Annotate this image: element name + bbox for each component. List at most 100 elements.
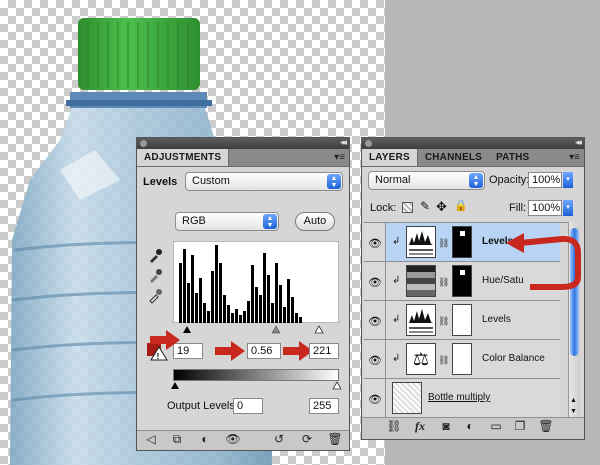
visibility-cell[interactable]: 👁 <box>364 262 386 300</box>
collapse-icon[interactable]: ◂◂ <box>575 137 582 148</box>
new-group-icon[interactable]: ▭ <box>488 418 504 434</box>
new-adjustment-icon[interactable]: ◐ <box>462 418 478 434</box>
gray-point-dropper-icon[interactable] <box>147 268 163 284</box>
new-layer-icon[interactable]: ❐ <box>512 418 528 434</box>
layers-tabbar: LAYERS CHANNELS PATHS ▾≡ <box>362 149 584 167</box>
lock-position-icon[interactable]: ✥ <box>436 199 447 215</box>
layer-name: Bottle multiply <box>428 392 491 403</box>
visibility-cell[interactable]: 👁 <box>364 223 386 261</box>
output-black-field[interactable]: 0 <box>233 398 263 414</box>
channel-value: RGB <box>182 215 206 227</box>
histogram-bar <box>299 317 302 323</box>
auto-button[interactable]: Auto <box>295 212 335 231</box>
preset-value: Custom <box>192 175 230 187</box>
blend-mode-select[interactable]: Normal ▲ ▼ <box>368 171 485 190</box>
white-point-dropper-icon[interactable] <box>147 288 163 304</box>
layer-row[interactable]: 👁 ↲ ⛓ Levels <box>364 301 560 340</box>
histogram-bar <box>263 253 266 323</box>
svg-text:!: ! <box>157 352 160 361</box>
panel-menu-icon[interactable]: ▾≡ <box>569 152 580 163</box>
visibility-icon[interactable]: 👁 <box>225 431 241 447</box>
layer-row[interactable]: 👁 ↲ ⚖ ⛓ Color Balance <box>364 340 560 379</box>
tab-layers[interactable]: LAYERS <box>362 149 418 166</box>
trash-icon[interactable]: 🗑 <box>538 418 554 434</box>
tab-adjustments[interactable]: ADJUSTMENTS <box>137 149 230 166</box>
opacity-field[interactable]: 100% <box>528 172 562 188</box>
select-arrows-icon: ▲ ▼ <box>327 174 341 189</box>
fill-field[interactable]: 100% <box>528 200 562 216</box>
add-mask-icon[interactable]: ◙ <box>438 418 454 434</box>
scroll-down-icon[interactable]: ▼ <box>570 408 577 415</box>
reset-icon[interactable]: ⟳ <box>299 431 315 447</box>
histogram-bar <box>207 311 210 323</box>
histogram-bar <box>235 309 238 323</box>
close-icon[interactable] <box>140 140 147 147</box>
output-white-field[interactable]: 255 <box>309 398 339 414</box>
lock-label: Lock: <box>370 202 397 214</box>
histogram-bar <box>291 297 294 323</box>
eye-icon[interactable]: 👁 <box>368 237 382 250</box>
layer-mask-thumbnail <box>452 265 472 297</box>
previous-state-icon[interactable]: ↺ <box>271 431 287 447</box>
histogram-bar <box>247 301 250 323</box>
layer-mask-thumbnail <box>452 304 472 336</box>
histogram-bar <box>243 311 246 323</box>
input-white-field[interactable]: 221 <box>309 343 339 359</box>
output-levels-slider[interactable] <box>169 381 343 391</box>
back-arrow-icon[interactable]: ◁ <box>143 431 159 447</box>
scroll-up-icon[interactable]: ▲ <box>570 397 577 404</box>
output-gradient-bar <box>173 369 339 381</box>
tab-channels[interactable]: CHANNELS <box>418 149 489 166</box>
panel-menu-icon[interactable]: ▾≡ <box>334 152 345 163</box>
expand-view-icon[interactable]: ⧉ <box>169 431 185 447</box>
black-input-handle <box>183 326 191 333</box>
histogram-bar <box>279 285 282 323</box>
visibility-cell[interactable]: 👁 <box>364 379 386 417</box>
red-arrow-icon <box>150 330 180 350</box>
visibility-cell[interactable]: 👁 <box>364 340 386 378</box>
clip-to-layer-icon[interactable]: ◐ <box>197 431 213 447</box>
eye-icon[interactable]: 👁 <box>368 315 382 328</box>
input-gamma-field[interactable]: 0.56 <box>247 343 281 359</box>
annotation-curved-arrow <box>506 233 581 290</box>
hue-saturation-thumbnail-icon <box>406 265 436 297</box>
blend-mode-value: Normal <box>375 174 411 186</box>
fx-icon[interactable]: fx <box>412 418 428 434</box>
panel-titlebar[interactable]: ◂◂ <box>137 137 349 149</box>
histogram-bar <box>287 279 290 323</box>
lock-transparent-icon[interactable] <box>402 202 413 213</box>
lock-image-icon[interactable]: ✎ <box>420 199 430 213</box>
opacity-label: Opacity: <box>489 174 530 186</box>
visibility-cell[interactable]: 👁 <box>364 301 386 339</box>
preset-select[interactable]: Custom ▲ ▼ <box>185 172 343 191</box>
eye-icon[interactable]: 👁 <box>368 354 382 367</box>
histogram-bar <box>223 295 226 323</box>
tab-paths[interactable]: PATHS <box>489 149 536 166</box>
close-icon[interactable] <box>365 140 372 147</box>
histogram-bar <box>239 315 242 323</box>
lock-all-icon[interactable]: 🔒 <box>454 199 468 212</box>
link-layers-icon[interactable]: ⛓ <box>386 418 402 434</box>
histogram-bar <box>283 307 286 323</box>
eye-icon[interactable]: 👁 <box>368 393 382 406</box>
layer-row[interactable]: 👁 Bottle multiply <box>364 379 560 418</box>
eye-icon[interactable]: 👁 <box>368 276 382 289</box>
trash-icon[interactable]: 🗑 <box>327 431 343 447</box>
opacity-stepper-icon[interactable]: ▾ <box>563 172 573 188</box>
histogram-bar <box>203 303 206 323</box>
histogram-bar <box>195 293 198 323</box>
histogram-bar <box>251 265 254 323</box>
channel-select[interactable]: RGB ▲ ▼ <box>175 212 279 231</box>
histogram-bar <box>219 263 222 323</box>
clip-arrow-icon: ↲ <box>392 314 401 325</box>
gamma-input-handle <box>271 325 281 334</box>
output-levels-label: Output Levels: <box>167 400 238 412</box>
fill-stepper-icon[interactable]: ▾ <box>563 200 573 216</box>
panel-titlebar[interactable]: ◂◂ <box>362 137 584 149</box>
histogram-bar <box>191 255 194 323</box>
histogram-bar <box>179 263 182 323</box>
layer-mask-thumbnail <box>452 226 472 258</box>
collapse-icon[interactable]: ◂◂ <box>340 137 347 148</box>
input-levels-slider[interactable] <box>173 324 339 334</box>
black-point-dropper-icon[interactable] <box>147 248 163 264</box>
